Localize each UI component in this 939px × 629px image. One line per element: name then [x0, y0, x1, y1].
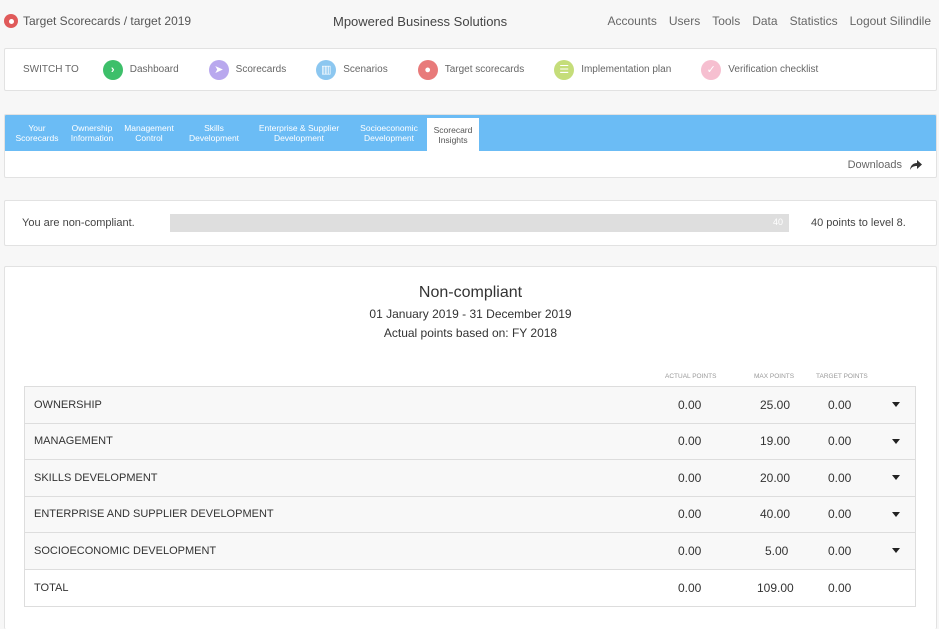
row-actual: 0.00	[678, 434, 702, 449]
scorecard-table: OWNERSHIP 0.00 25.00 0.00 MANAGEMENT 0.0…	[24, 386, 916, 607]
row-max: 20.00	[760, 470, 791, 485]
scorecard-card: Non-compliant 01 January 2019 - 31 Decem…	[4, 266, 937, 629]
scorecard-period: 01 January 2019 - 31 December 2019	[369, 307, 572, 321]
tab-bar: Your Scorecards Ownership Information Mana…	[5, 115, 936, 151]
row-target: 0.00	[828, 543, 852, 558]
switch-verification-checklist-label: Verification checklist	[728, 64, 819, 75]
downloads-link[interactable]: Downloads	[5, 151, 936, 177]
tab-enterprise-supplier-development[interactable]: Enterprise & Supplier Development	[247, 115, 351, 151]
scorecard-basis: Actual points based on: FY 2018	[383, 326, 558, 340]
row-actual: 0.00	[678, 470, 702, 485]
header-target-points: TARGET POINTS	[816, 373, 868, 380]
check-icon: ✓	[701, 59, 722, 80]
row-name: SOCIOECONOMIC DEVELOPMENT	[34, 544, 217, 557]
table-row[interactable]: MANAGEMENT 0.00 19.00 0.00	[25, 423, 915, 460]
progress-bar-value: 40	[772, 217, 783, 227]
tab-ownership-information[interactable]: Ownership Information	[67, 115, 117, 151]
map-pin-icon: ●	[417, 59, 438, 80]
compliance-panel: You are non-compliant. 40 40 points to l…	[4, 200, 937, 246]
row-target: 0.00	[828, 470, 852, 485]
nav-statistics[interactable]: Statistics	[790, 14, 838, 28]
row-name: ENTERPRISE AND SUPPLIER DEVELOPMENT	[34, 508, 274, 521]
top-nav: Accounts Users Tools Data Statistics Log…	[608, 14, 932, 28]
map-pin-icon	[4, 14, 18, 28]
switch-bar: SWITCH TO › Dashboard ➤ Scorecards ▥ Sce…	[4, 48, 937, 91]
row-name: TOTAL	[34, 581, 69, 594]
tab-socioeconomic-development[interactable]: Socioeconomic Development	[351, 115, 427, 151]
row-target: 0.00	[828, 434, 852, 449]
row-max: 5.00	[765, 543, 789, 558]
switch-dashboard-label: Dashboard	[129, 64, 179, 75]
row-actual: 0.00	[678, 397, 702, 412]
paper-plane-icon: ➤	[208, 59, 229, 80]
table-row[interactable]: OWNERSHIP 0.00 25.00 0.00	[25, 387, 915, 424]
downloads-label: Downloads	[847, 158, 902, 171]
nav-users[interactable]: Users	[669, 14, 700, 28]
switch-scorecards-label: Scorecards	[235, 64, 287, 75]
row-actual: 0.00	[678, 580, 702, 595]
row-target: 0.00	[828, 507, 852, 522]
row-target: 0.00	[828, 397, 852, 412]
table-row-total: TOTAL 0.00 109.00 0.00	[25, 569, 915, 606]
row-actual: 0.00	[678, 543, 702, 558]
header-max-points: MAX POINTS	[754, 373, 795, 380]
table-row[interactable]: SOCIOECONOMIC DEVELOPMENT 0.00 5.00 0.00	[25, 533, 915, 570]
tab-skills-development[interactable]: Skills Development	[181, 115, 247, 151]
caret-down-icon[interactable]	[892, 438, 900, 444]
caret-down-icon[interactable]	[892, 511, 900, 517]
switch-scenarios-label: Scenarios	[343, 64, 388, 75]
switch-scenarios[interactable]: ▥ Scenarios	[316, 59, 388, 80]
nav-data[interactable]: Data	[752, 14, 777, 28]
top-bar: Target Scorecards / target 2019 Mpowered…	[0, 0, 939, 42]
row-target: 0.00	[828, 580, 852, 595]
breadcrumb-text[interactable]: Target Scorecards / target 2019	[23, 14, 191, 28]
row-max: 40.00	[760, 507, 791, 522]
caret-down-icon[interactable]	[892, 548, 900, 554]
nav-logout[interactable]: Logout Silindile	[850, 14, 931, 28]
breadcrumb: Target Scorecards / target 2019	[4, 14, 324, 28]
caret-down-icon[interactable]	[892, 475, 900, 481]
tabs-panel: Your Scorecards Ownership Information Mana…	[4, 114, 937, 178]
row-name: OWNERSHIP	[34, 398, 102, 411]
tab-management-control[interactable]: Management Control	[117, 115, 181, 151]
switch-target-scorecards[interactable]: ● Target scorecards	[417, 59, 525, 80]
switch-implementation-plan-label: Implementation plan	[581, 64, 672, 75]
row-max: 19.00	[760, 434, 791, 449]
tab-your-scorecards[interactable]: Your Scorecards	[7, 115, 67, 151]
progress-bar: 40	[170, 214, 789, 232]
table-row[interactable]: SKILLS DEVELOPMENT 0.00 20.00 0.00	[25, 460, 915, 497]
table-row[interactable]: ENTERPRISE AND SUPPLIER DEVELOPMENT 0.00…	[25, 496, 915, 533]
switch-implementation-plan[interactable]: ☰ Implementation plan	[554, 59, 672, 80]
switch-dashboard[interactable]: › Dashboard	[102, 59, 179, 80]
list-icon: ☰	[554, 59, 575, 80]
tab-scorecard-insights[interactable]: Scorecard Insights	[427, 118, 479, 151]
brand-title: Mpowered Business Solutions	[333, 13, 508, 29]
switch-label: SWITCH TO	[23, 64, 79, 75]
nav-accounts[interactable]: Accounts	[608, 14, 657, 28]
nav-tools[interactable]: Tools	[712, 14, 740, 28]
header-actual-points: ACTUAL POINTS	[665, 373, 717, 380]
row-actual: 0.00	[678, 507, 702, 522]
points-to-level: 40 points to level 8.	[811, 217, 906, 229]
row-name: MANAGEMENT	[34, 435, 113, 448]
switch-verification-checklist[interactable]: ✓ Verification checklist	[701, 59, 819, 80]
caret-down-icon[interactable]	[892, 402, 900, 408]
row-max: 109.00	[757, 580, 794, 595]
scorecard-title: Non-compliant	[418, 284, 523, 301]
compliance-status: You are non-compliant.	[22, 217, 135, 229]
share-arrow-icon	[910, 159, 922, 170]
row-max: 25.00	[760, 397, 791, 412]
chevron-right-icon: ›	[102, 59, 123, 80]
row-name: SKILLS DEVELOPMENT	[34, 471, 158, 484]
map-icon: ▥	[316, 59, 337, 80]
switch-scorecards[interactable]: ➤ Scorecards	[208, 59, 287, 80]
switch-target-scorecards-label: Target scorecards	[444, 64, 525, 75]
